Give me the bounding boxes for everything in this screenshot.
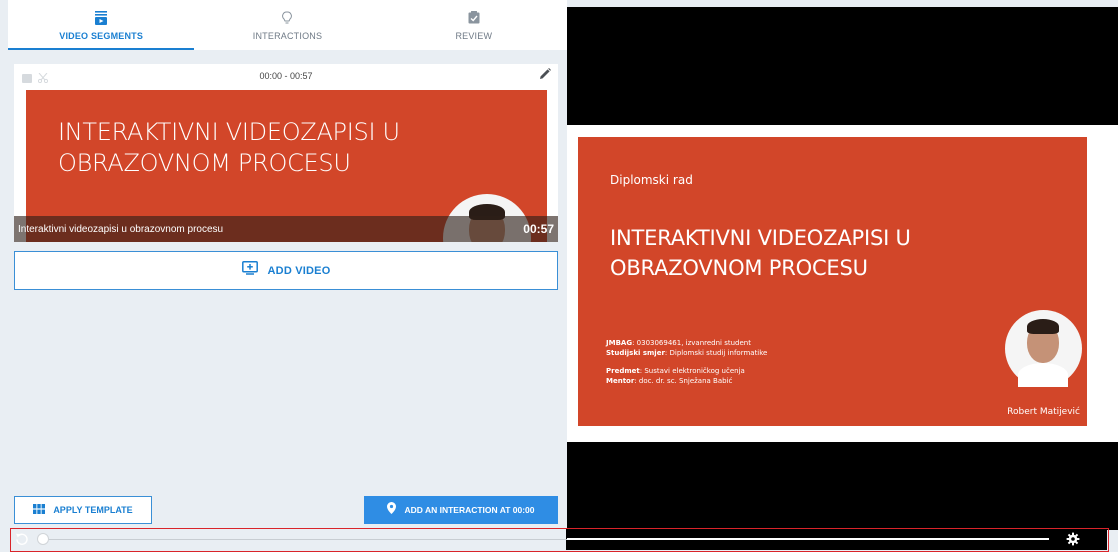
video-frame: Diplomski rad INTERAKTIVNI VIDEOZAPISI U… xyxy=(567,125,1118,442)
tab-video-segments-label: VIDEO SEGMENTS xyxy=(59,30,144,41)
tab-interactions-label: INTERACTIONS xyxy=(252,30,323,41)
segment-duration: 00:57 xyxy=(523,222,554,236)
slide-title-line1: INTERAKTIVNI VIDEOZAPISI U xyxy=(610,226,911,250)
video-player[interactable]: Diplomski rad INTERAKTIVNI VIDEOZAPISI U… xyxy=(567,7,1118,530)
author-photo-hair xyxy=(1027,319,1059,334)
player-control-bar xyxy=(10,528,1109,552)
grid-icon xyxy=(33,501,46,519)
slide-info-jmbag: JMBAG: 0303069461, izvanredni student xyxy=(606,338,767,348)
seek-handle[interactable] xyxy=(37,533,49,545)
segment-header: 00:00 - 00:57 xyxy=(14,64,558,88)
slide-info-mentor: Mentor: doc. dr. sc. Snježana Babić xyxy=(606,376,767,386)
mentor-value: : doc. dr. sc. Snježana Babić xyxy=(634,377,733,385)
smjer-label: Studijski smjer xyxy=(606,349,665,357)
slide-info-smjer: Studijski smjer: Diplomski studij inform… xyxy=(606,348,767,358)
author-photo-body xyxy=(1018,363,1068,387)
thumbnail-title-line2: OBRAZOVNOM PROCESU xyxy=(58,149,351,177)
jmbag-value: : 0303069461, izvanredni student xyxy=(632,339,751,347)
tab-review-label: REVIEW xyxy=(455,30,493,41)
seek-track-remaining[interactable] xyxy=(567,538,1049,540)
apply-template-label: APPLY TEMPLATE xyxy=(53,505,133,515)
lightbulb-icon xyxy=(282,10,293,26)
smjer-value: : Diplomski studij informatike xyxy=(664,349,768,357)
segment-time-range: 00:00 - 00:57 xyxy=(259,71,313,81)
apply-template-button[interactable]: APPLY TEMPLATE xyxy=(14,496,152,524)
checkbox-icon xyxy=(468,10,480,26)
add-video-icon xyxy=(241,261,258,280)
tab-interactions[interactable]: INTERACTIONS xyxy=(194,0,380,50)
presentation-slide: Diplomski rad INTERAKTIVNI VIDEOZAPISI U… xyxy=(578,137,1087,426)
jmbag-label: JMBAG xyxy=(606,339,633,347)
segment-caption-bar: Interaktivni videozapisi u obrazovnom pr… xyxy=(14,216,558,242)
editor-tabs: VIDEO SEGMENTS INTERACTIONS REVIEW xyxy=(8,0,567,50)
segment-caption: Interaktivni videozapisi u obrazovnom pr… xyxy=(18,224,224,235)
slide-info: JMBAG: 0303069461, izvanredni student St… xyxy=(606,338,767,386)
video-segments-icon xyxy=(95,10,108,26)
thumbnail-title-line1: INTERAKTIVNI VIDEOZAPISI U xyxy=(58,118,400,146)
slide-info-predmet: Predmet: Sustavi elektroničkog učenja xyxy=(606,366,767,376)
video-segment-card[interactable]: 00:00 - 00:57 INTERAKTIVNI VIDEOZAPISI U… xyxy=(14,64,558,242)
predmet-value: : Sustavi elektroničkog učenja xyxy=(639,367,745,375)
slide-title-line2: OBRAZOVNOM PROCESU xyxy=(610,256,868,280)
replay-icon[interactable] xyxy=(15,532,29,551)
add-video-label: ADD VIDEO xyxy=(267,264,331,277)
predmet-label: Predmet xyxy=(606,367,640,375)
mentor-label: Mentor xyxy=(606,377,635,385)
location-pin-icon xyxy=(387,501,397,519)
add-video-button[interactable]: ADD VIDEO xyxy=(14,251,558,290)
thumbnail-title: INTERAKTIVNI VIDEOZAPISI U OBRAZOVNOM PR… xyxy=(58,117,400,179)
add-interaction-button[interactable]: ADD AN INTERACTION AT 00:00 xyxy=(364,496,558,524)
slide-title: INTERAKTIVNI VIDEOZAPISI U OBRAZOVNOM PR… xyxy=(610,223,911,283)
add-interaction-label: ADD AN INTERACTION AT 00:00 xyxy=(404,505,535,515)
pencil-icon[interactable] xyxy=(538,67,552,86)
tab-review[interactable]: REVIEW xyxy=(381,0,567,50)
editor-panel: VIDEO SEGMENTS INTERACTIONS REVIEW 00:00… xyxy=(0,0,567,530)
slide-author: Robert Matijević xyxy=(1007,407,1080,417)
tab-video-segments[interactable]: VIDEO SEGMENTS xyxy=(8,0,195,50)
slide-subtitle: Diplomski rad xyxy=(610,173,693,187)
gear-icon[interactable] xyxy=(1066,532,1080,551)
